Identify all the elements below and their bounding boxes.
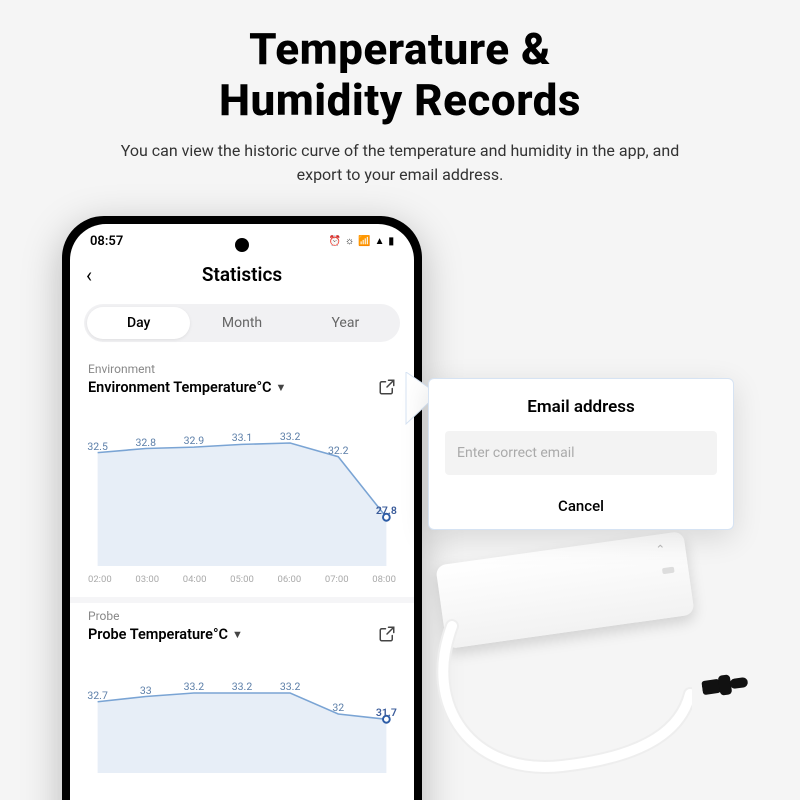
chart-environment: 32.5 32.8 32.9 33.1 33.2 32.2 27.8 [88,416,396,566]
chart-point-label: 33 [140,684,152,697]
section-category-label: Probe [88,609,396,623]
x-tick-label: 05:00 [230,574,254,585]
hero-title-line2: Humidity Records [219,74,581,126]
screen-header: ‹ Statistics [70,253,414,300]
export-icon[interactable] [378,625,396,643]
phone-mockup: 08:57 ⏰ ☼ 📶 ▲ ▮ ‹ Statistics Day Month Y… [62,216,422,800]
chart-point-label: 32.5 [87,440,107,453]
metric-label: Probe Temperature°C [88,626,228,643]
chart-point-label: 32.8 [136,436,156,449]
chevron-down-icon: ▼ [276,381,287,394]
device-wifi-icon: ⌃ [655,542,665,556]
signal-icon: 📶 [358,236,370,247]
segment-month[interactable]: Month [190,307,293,339]
chart-point-label: 33.2 [232,680,252,693]
x-tick-label: 03:00 [135,574,159,585]
section-environment: Environment Environment Temperature°C ▼ [70,356,414,396]
x-tick-label: 06:00 [278,574,302,585]
status-time: 08:57 [90,234,123,249]
front-camera [235,238,249,252]
metric-label: Environment Temperature°C [88,379,272,396]
hero-description: You can view the historic curve of the t… [0,139,800,187]
hero-title: Temperature & Humidity Records [0,0,800,125]
chart-point-label: 33.2 [280,680,300,693]
chart-point-label: 32.9 [184,434,204,447]
chart-point-label: 27.8 [376,504,397,517]
chart-point-label: 32.7 [87,689,107,702]
section-probe: Probe Probe Temperature°C ▼ [70,603,414,643]
chart-point-label: 32.2 [328,444,348,457]
screen-title: Statistics [202,263,282,286]
chart-point-label: 33.2 [184,680,204,693]
chart-point-label: 33.2 [280,430,300,443]
x-tick-label: 08:00 [372,574,396,585]
segment-year[interactable]: Year [294,307,397,339]
range-segmented-control[interactable]: Day Month Year [84,304,400,342]
section-category-label: Environment [88,362,396,376]
brightness-icon: ☼ [345,236,354,247]
email-input[interactable]: Enter correct email [445,431,717,475]
segment-day[interactable]: Day [87,307,190,339]
back-icon[interactable]: ‹ [86,263,92,287]
status-icons: ⏰ ☼ 📶 ▲ ▮ [329,236,395,247]
email-popover: Email address Enter correct email Cancel [428,378,734,530]
popover-title: Email address [429,379,733,431]
chart-point-label: 33.1 [232,431,252,444]
device-cable [432,616,692,786]
x-tick-label: 07:00 [325,574,349,585]
chart-probe: 32.7 33 33.2 33.2 33.2 32 31.7 [88,663,396,773]
chart-point-label: 31.7 [376,706,397,719]
x-axis-env: 02:00 03:00 04:00 05:00 06:00 07:00 08:00 [70,574,414,585]
chevron-down-icon: ▼ [232,628,243,641]
cancel-button[interactable]: Cancel [429,485,733,529]
alarm-icon: ⏰ [329,236,341,247]
phone-frame: 08:57 ⏰ ☼ 📶 ▲ ▮ ‹ Statistics Day Month Y… [62,216,422,800]
battery-icon: ▮ [388,236,394,247]
x-tick-label: 04:00 [183,574,207,585]
metric-dropdown[interactable]: Environment Temperature°C ▼ [88,379,286,396]
x-tick-label: 02:00 [88,574,112,585]
chart-point-label: 32 [332,701,344,714]
probe-tip [700,669,749,701]
metric-dropdown[interactable]: Probe Temperature°C ▼ [88,626,243,643]
wifi-icon: ▲ [375,236,385,247]
phone-screen: 08:57 ⏰ ☼ 📶 ▲ ▮ ‹ Statistics Day Month Y… [70,224,414,800]
hero-title-line1: Temperature & [249,23,551,75]
